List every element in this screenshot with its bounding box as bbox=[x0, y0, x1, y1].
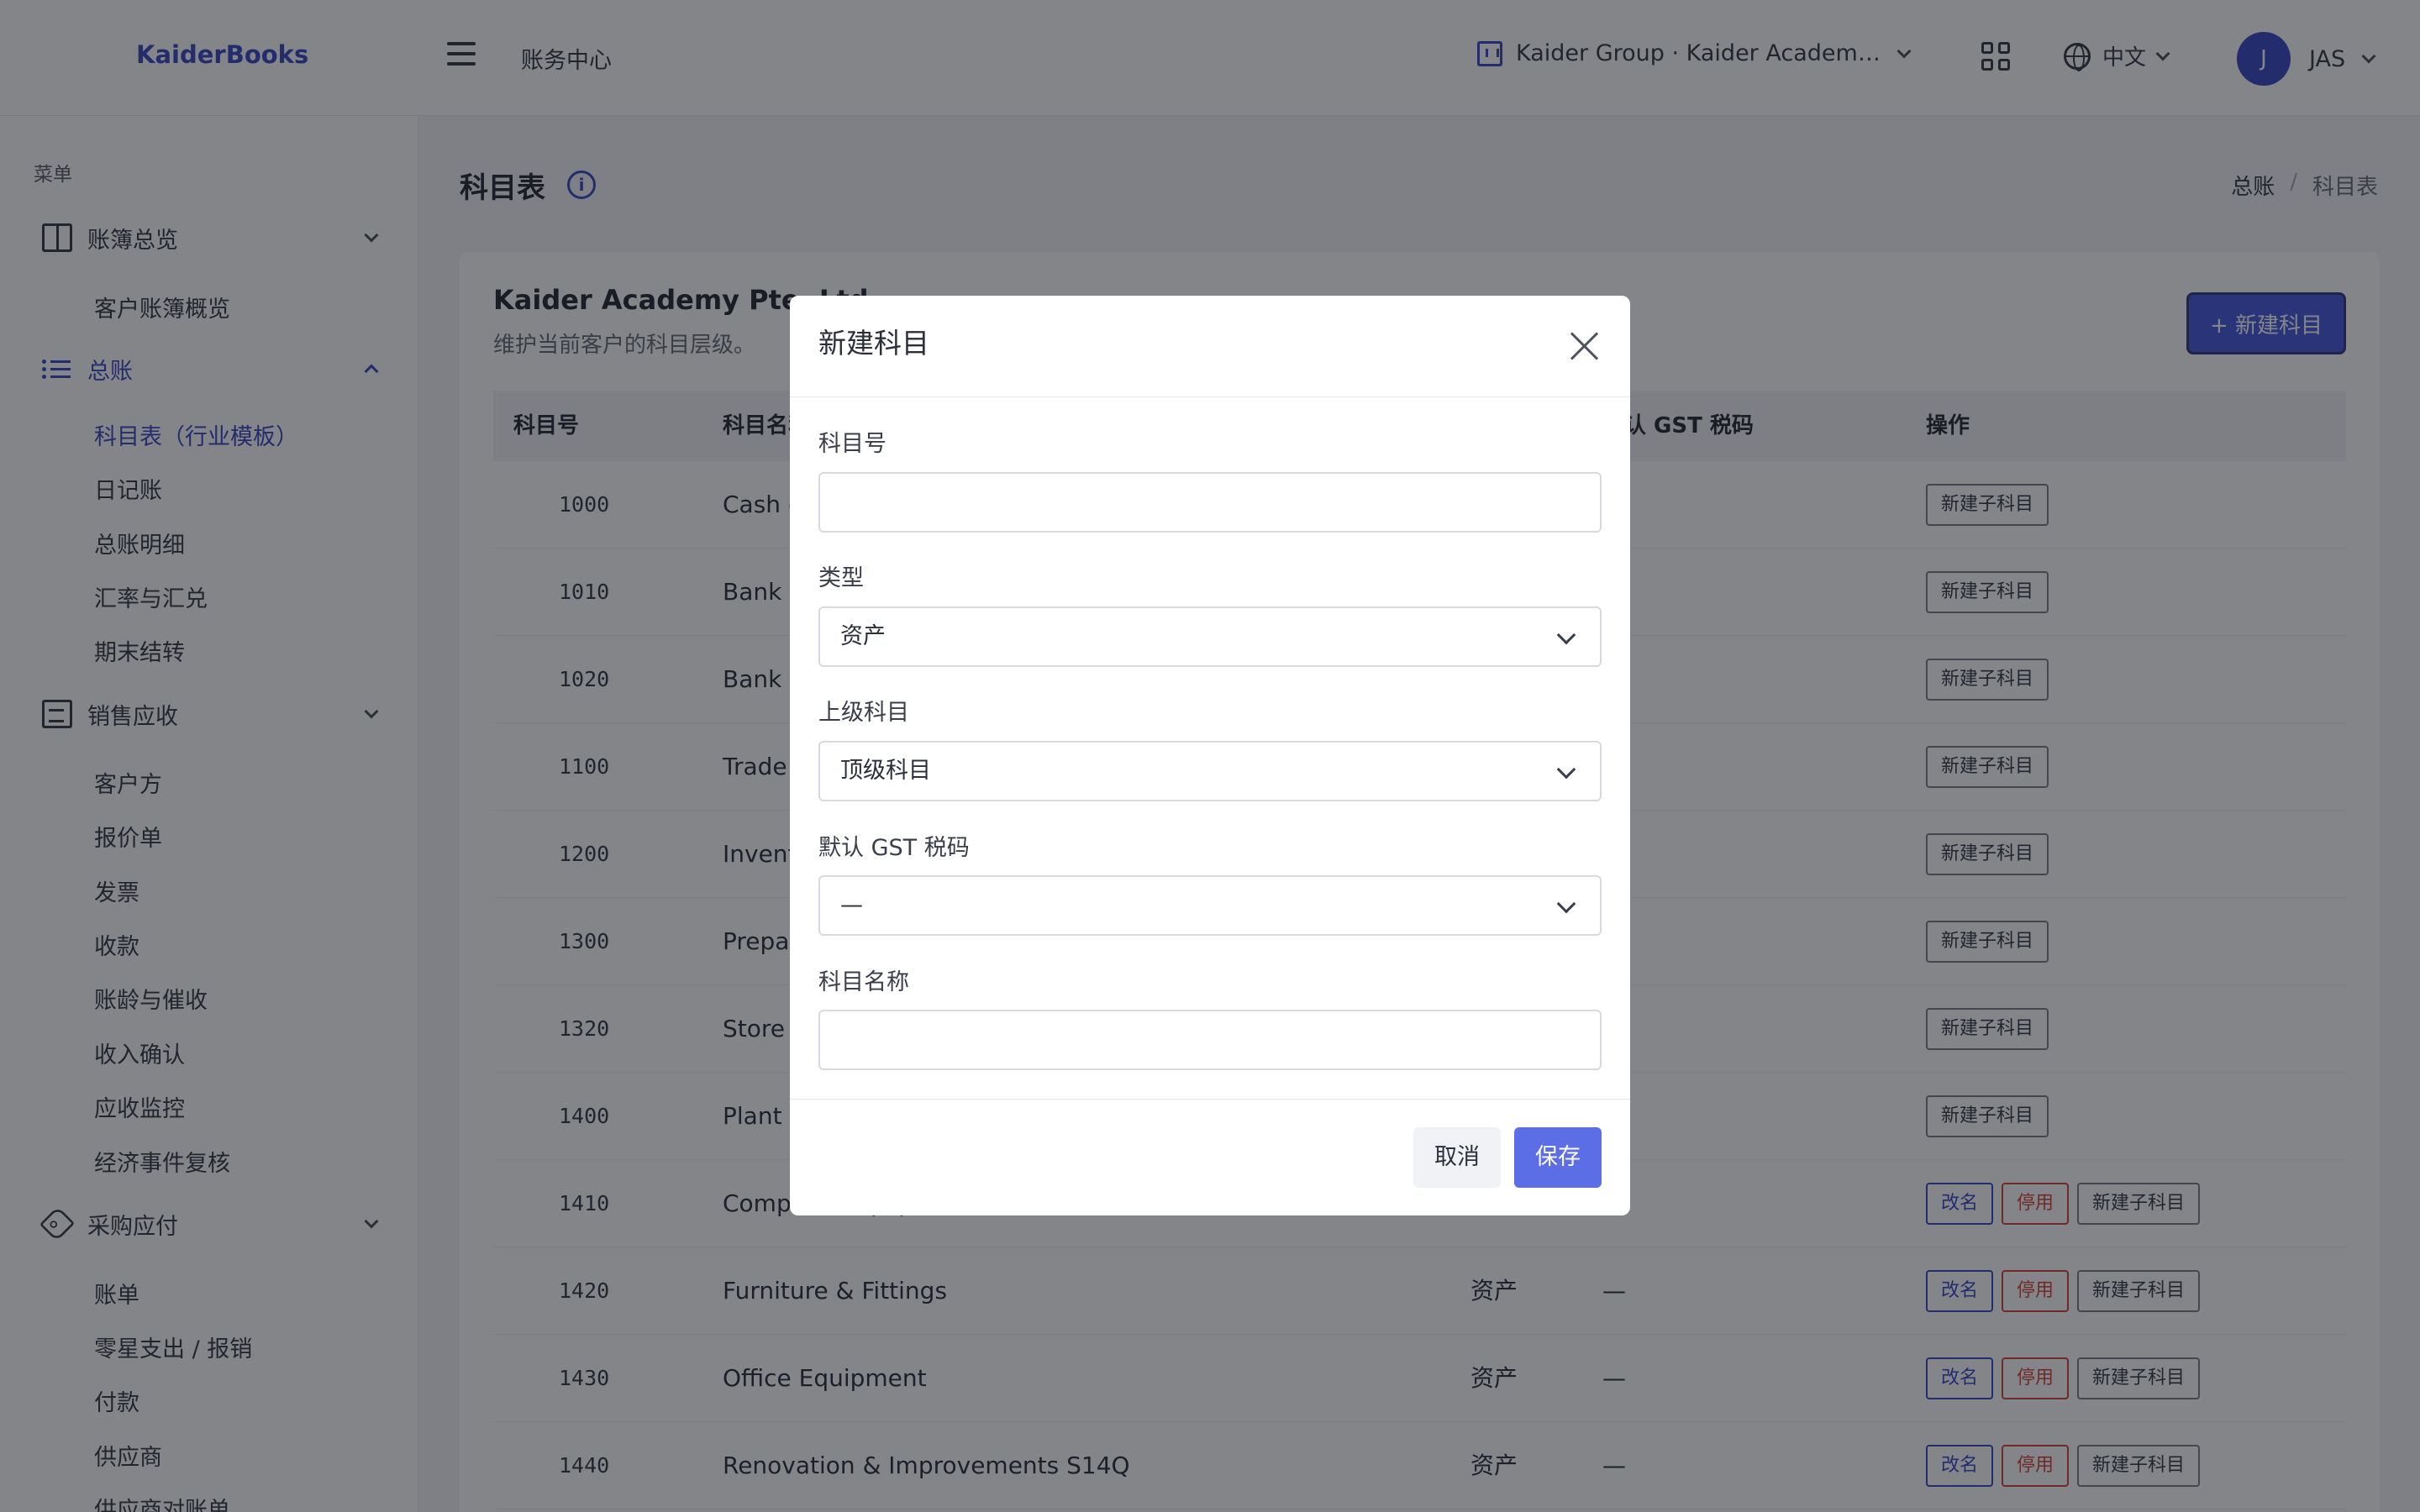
divider bbox=[790, 1099, 1630, 1100]
field-label-gst: 默认 GST 税码 bbox=[818, 835, 970, 861]
gst-code-select[interactable]: — bbox=[818, 875, 1602, 936]
select-value: 资产 bbox=[840, 623, 886, 649]
dialog-title: 新建科目 bbox=[818, 327, 929, 360]
field-label-name: 科目名称 bbox=[818, 969, 909, 995]
select-value: 顶级科目 bbox=[840, 758, 931, 784]
save-button[interactable]: 保存 bbox=[1514, 1127, 1602, 1188]
chevron-down-icon bbox=[1556, 894, 1576, 914]
new-account-dialog: 新建科目 科目号 类型 资产 上级科目 顶级科目 默认 GST 税码 — 科目名… bbox=[790, 296, 1630, 1215]
divider bbox=[790, 396, 1630, 397]
account-code-input[interactable] bbox=[818, 472, 1602, 533]
parent-account-select[interactable]: 顶级科目 bbox=[818, 741, 1602, 801]
chevron-down-icon bbox=[1556, 759, 1576, 780]
field-label-type: 类型 bbox=[818, 565, 864, 591]
select-value: — bbox=[840, 892, 863, 918]
cancel-button[interactable]: 取消 bbox=[1413, 1127, 1501, 1188]
account-name-input[interactable] bbox=[818, 1010, 1602, 1070]
chevron-down-icon bbox=[1556, 625, 1576, 645]
account-type-select[interactable]: 资产 bbox=[818, 606, 1602, 667]
field-label-code: 科目号 bbox=[818, 431, 886, 457]
close-icon[interactable] bbox=[1570, 331, 1600, 361]
field-label-parent: 上级科目 bbox=[818, 700, 909, 726]
